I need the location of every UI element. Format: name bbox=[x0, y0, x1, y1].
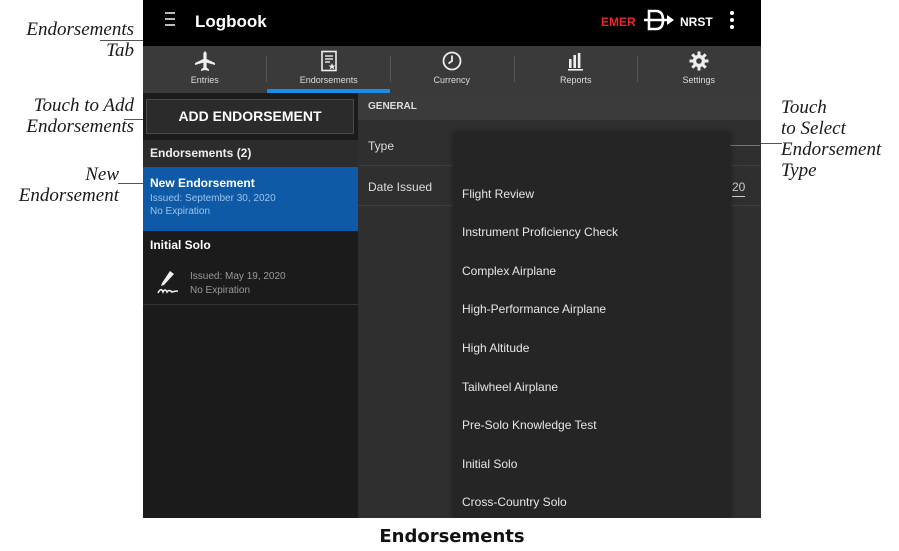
emer-button[interactable]: EMER bbox=[601, 15, 636, 29]
section-header-general: GENERAL bbox=[358, 93, 761, 120]
callout-add-endorsements: Touch to Add Endorsements bbox=[26, 95, 134, 137]
direct-to-icon[interactable] bbox=[643, 8, 675, 32]
add-endorsement-button[interactable]: ADD ENDORSEMENT bbox=[146, 99, 354, 134]
type-label: Type bbox=[368, 139, 395, 153]
endorsement-detail-panel: GENERAL Type Date Issued 20 Flight Revie… bbox=[358, 93, 761, 518]
type-option-complex[interactable]: Complex Airplane bbox=[462, 264, 556, 278]
list-item-title: Initial Solo bbox=[150, 238, 211, 252]
list-item-expiration: No Expiration bbox=[150, 206, 211, 217]
kebab-icon[interactable] bbox=[729, 11, 735, 31]
list-item-issued: Issued: September 30, 2020 bbox=[150, 193, 276, 204]
endorsement-list-panel: ADD ENDORSEMENT Endorsements (2) New End… bbox=[143, 93, 358, 518]
signature-icon bbox=[157, 271, 179, 294]
type-option-high-altitude[interactable]: High Altitude bbox=[462, 341, 529, 355]
endorsement-list-header: Endorsements (2) bbox=[143, 140, 358, 167]
tab-label: Reports bbox=[560, 75, 592, 85]
tab-settings[interactable]: Settings bbox=[637, 46, 761, 93]
type-option-ipc[interactable]: Instrument Proficiency Check bbox=[462, 225, 618, 239]
tab-label: Entries bbox=[190, 75, 219, 85]
type-option-initial-solo[interactable]: Initial Solo bbox=[462, 457, 517, 471]
date-issued-field[interactable]: 20 bbox=[732, 180, 746, 197]
tab-entries[interactable]: Entries bbox=[143, 46, 267, 93]
callout-new-endorsement: New Endorsement bbox=[18, 164, 119, 206]
tab-endorsements[interactable]: Endorsements bbox=[267, 46, 391, 93]
list-item-new-endorsement[interactable]: New Endorsement Issued: September 30, 20… bbox=[143, 167, 358, 231]
airplane-icon bbox=[194, 51, 215, 71]
app-screen: Logbook EMER NRST Entries Endorsements C… bbox=[143, 0, 761, 518]
type-option-high-performance[interactable]: High-Performance Airplane bbox=[462, 302, 606, 316]
type-option-pre-solo-test[interactable]: Pre-Solo Knowledge Test bbox=[462, 418, 597, 432]
tab-label: Settings bbox=[682, 75, 716, 85]
endorsement-certificate-icon bbox=[320, 50, 337, 72]
endorsement-type-dropdown: Flight Review Instrument Proficiency Che… bbox=[454, 133, 730, 518]
list-item-issued: Issued: May 19, 2020 bbox=[190, 271, 286, 282]
clock-icon bbox=[442, 51, 462, 71]
tab-reports[interactable]: Reports bbox=[514, 46, 638, 93]
tab-label: Endorsements bbox=[299, 75, 358, 85]
type-option-flight-review[interactable]: Flight Review bbox=[462, 187, 534, 201]
date-issued-label: Date Issued bbox=[368, 180, 433, 194]
tab-bar: Entries Endorsements Currency Reports Se… bbox=[143, 46, 761, 93]
callout-select-type: Touch to Select Endorsement Type bbox=[781, 97, 882, 181]
hamburger-icon[interactable] bbox=[165, 12, 177, 28]
tab-currency[interactable]: Currency bbox=[390, 46, 514, 93]
type-field-underline bbox=[730, 145, 760, 146]
tab-label: Currency bbox=[433, 75, 471, 85]
list-item-title: New Endorsement bbox=[150, 176, 255, 190]
figure-caption: Endorsements bbox=[379, 526, 525, 547]
app-title: Logbook bbox=[195, 12, 267, 31]
bar-chart-icon bbox=[567, 53, 583, 71]
gear-icon bbox=[689, 51, 709, 71]
type-option-cross-country-solo[interactable]: Cross-Country Solo bbox=[462, 495, 567, 509]
nrst-button[interactable]: NRST bbox=[680, 15, 713, 29]
list-item-initial-solo[interactable]: Initial Solo Issued: May 19, 2020 No Exp… bbox=[143, 233, 358, 305]
app-bar: Logbook EMER NRST bbox=[143, 0, 761, 46]
list-item-expiration: No Expiration bbox=[190, 285, 251, 296]
type-option-tailwheel[interactable]: Tailwheel Airplane bbox=[462, 380, 558, 394]
